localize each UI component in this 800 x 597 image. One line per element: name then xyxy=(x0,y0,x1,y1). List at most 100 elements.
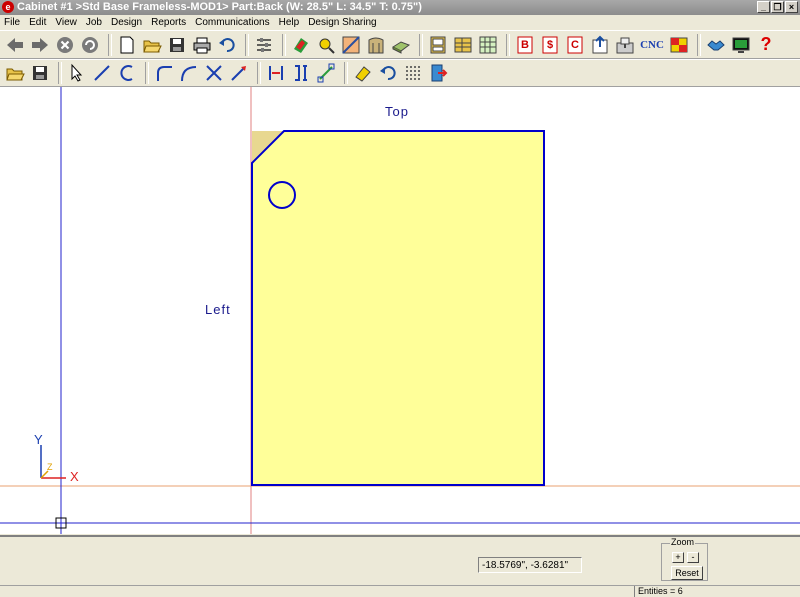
y-axis-label: Y xyxy=(34,432,43,447)
back-button[interactable] xyxy=(4,34,26,56)
round-corner-tool[interactable] xyxy=(178,62,200,84)
settings-button[interactable] xyxy=(253,34,275,56)
save-disk-icon xyxy=(33,66,47,80)
snap-tool[interactable] xyxy=(315,62,337,84)
erase-tool[interactable] xyxy=(352,62,374,84)
settings-sliders-icon xyxy=(257,37,271,52)
restore-button[interactable]: ❐ xyxy=(771,1,784,13)
cnc-label: CNC xyxy=(640,38,664,51)
drawing-toolbar xyxy=(0,59,800,87)
title-bar: e Cabinet #1 >Std Base Frameless-MOD1> P… xyxy=(0,0,800,15)
zoom-group: Zoom + - Reset xyxy=(661,537,708,581)
bid-report-button[interactable]: B xyxy=(514,34,536,56)
price-report-button[interactable]: $ xyxy=(539,34,561,56)
line-icon xyxy=(94,65,110,81)
zoom-reset-button[interactable]: Reset xyxy=(671,566,703,580)
sheet-stock-icon xyxy=(391,40,411,54)
save-part-button[interactable] xyxy=(29,62,51,84)
arc-tool[interactable] xyxy=(116,62,138,84)
hardware-button[interactable] xyxy=(315,34,337,56)
machine-button[interactable] xyxy=(614,34,636,56)
trim-x-icon xyxy=(206,65,222,81)
select-tool[interactable] xyxy=(66,62,88,84)
undo-draw-button[interactable] xyxy=(377,62,399,84)
export-button[interactable] xyxy=(589,34,611,56)
zoom-out-button[interactable]: - xyxy=(687,552,699,563)
screen-button[interactable] xyxy=(730,34,752,56)
print-button[interactable] xyxy=(191,34,213,56)
bottom-panel: -18.5769", -3.6281" Zoom + - Reset xyxy=(0,535,800,585)
menu-design-sharing[interactable]: Design Sharing xyxy=(308,17,376,28)
materials-button[interactable] xyxy=(290,34,312,56)
layout-button[interactable] xyxy=(477,34,499,56)
extend-tool[interactable] xyxy=(228,62,250,84)
menu-design[interactable]: Design xyxy=(111,17,142,28)
stop-icon xyxy=(57,36,73,53)
line-tool[interactable] xyxy=(91,62,113,84)
dimension-icon xyxy=(269,66,283,80)
cabinet-list-button[interactable] xyxy=(452,34,474,56)
menu-communications[interactable]: Communications xyxy=(195,17,269,28)
dimension-tool[interactable] xyxy=(265,62,287,84)
menu-edit[interactable]: Edit xyxy=(29,17,46,28)
menu-help[interactable]: Help xyxy=(279,17,300,28)
undo-icon xyxy=(219,37,235,52)
layout-grid-icon xyxy=(479,36,497,53)
z-axis-label: Z xyxy=(47,462,53,472)
materials-icon xyxy=(294,37,308,53)
share-button[interactable] xyxy=(705,34,727,56)
part-fill xyxy=(252,131,544,485)
door-style-icon xyxy=(342,35,360,54)
minimize-button[interactable]: _ xyxy=(757,1,770,13)
zoom-in-button[interactable]: + xyxy=(672,552,684,563)
toolbar-separator xyxy=(245,33,249,56)
cutlist-report-button[interactable]: C xyxy=(564,34,586,56)
new-button[interactable] xyxy=(116,34,138,56)
offset-icon xyxy=(295,65,307,81)
undo-button[interactable] xyxy=(216,34,238,56)
doors-button[interactable] xyxy=(340,34,362,56)
open-folder-icon xyxy=(143,40,162,52)
app-logo-icon: e xyxy=(2,1,14,13)
window-title: Cabinet #1 >Std Base Frameless-MOD1> Par… xyxy=(17,1,422,13)
cabinet-icon xyxy=(430,36,446,53)
arc-icon xyxy=(120,65,133,81)
cabinet-button[interactable] xyxy=(427,34,449,56)
moulding-button[interactable] xyxy=(365,34,387,56)
help-button[interactable]: ? xyxy=(755,34,777,56)
status-bar: Entities = 6 xyxy=(0,585,800,597)
open-folder-icon xyxy=(6,68,25,81)
menu-file[interactable]: File xyxy=(4,17,20,28)
open-part-button[interactable] xyxy=(4,62,26,84)
moulding-icon xyxy=(368,37,384,53)
cnc-button[interactable]: CNC xyxy=(639,34,665,56)
menu-job[interactable]: Job xyxy=(86,17,102,28)
grid-toggle[interactable] xyxy=(402,62,424,84)
save-button[interactable] xyxy=(166,34,188,56)
main-toolbar: B $ C CNC ? xyxy=(0,30,800,59)
open-button[interactable] xyxy=(141,34,163,56)
pointer-icon xyxy=(71,63,83,82)
top-edge-label: Top xyxy=(385,104,409,119)
trim-tool[interactable] xyxy=(203,62,225,84)
fillet-tool[interactable] xyxy=(153,62,175,84)
close-button[interactable]: × xyxy=(785,1,798,13)
report-c-label: C xyxy=(571,38,579,51)
drawing-canvas[interactable]: Y X Z Top Left xyxy=(0,87,800,534)
toolbar-separator xyxy=(145,62,149,84)
optimizer-icon xyxy=(670,37,688,52)
refresh-button[interactable] xyxy=(79,34,101,56)
exit-editor-button[interactable] xyxy=(427,62,449,84)
menu-view[interactable]: View xyxy=(55,17,77,28)
offset-tool[interactable] xyxy=(290,62,312,84)
round-corner-icon xyxy=(181,66,197,82)
handshake-icon xyxy=(707,39,725,50)
toolbar-separator xyxy=(108,33,112,56)
optimize-button[interactable] xyxy=(668,34,690,56)
monitor-icon xyxy=(732,37,750,53)
forward-button[interactable] xyxy=(29,34,51,56)
sheet-button[interactable] xyxy=(390,34,412,56)
stop-button[interactable] xyxy=(54,34,76,56)
left-edge-label: Left xyxy=(205,302,231,317)
menu-reports[interactable]: Reports xyxy=(151,17,186,28)
